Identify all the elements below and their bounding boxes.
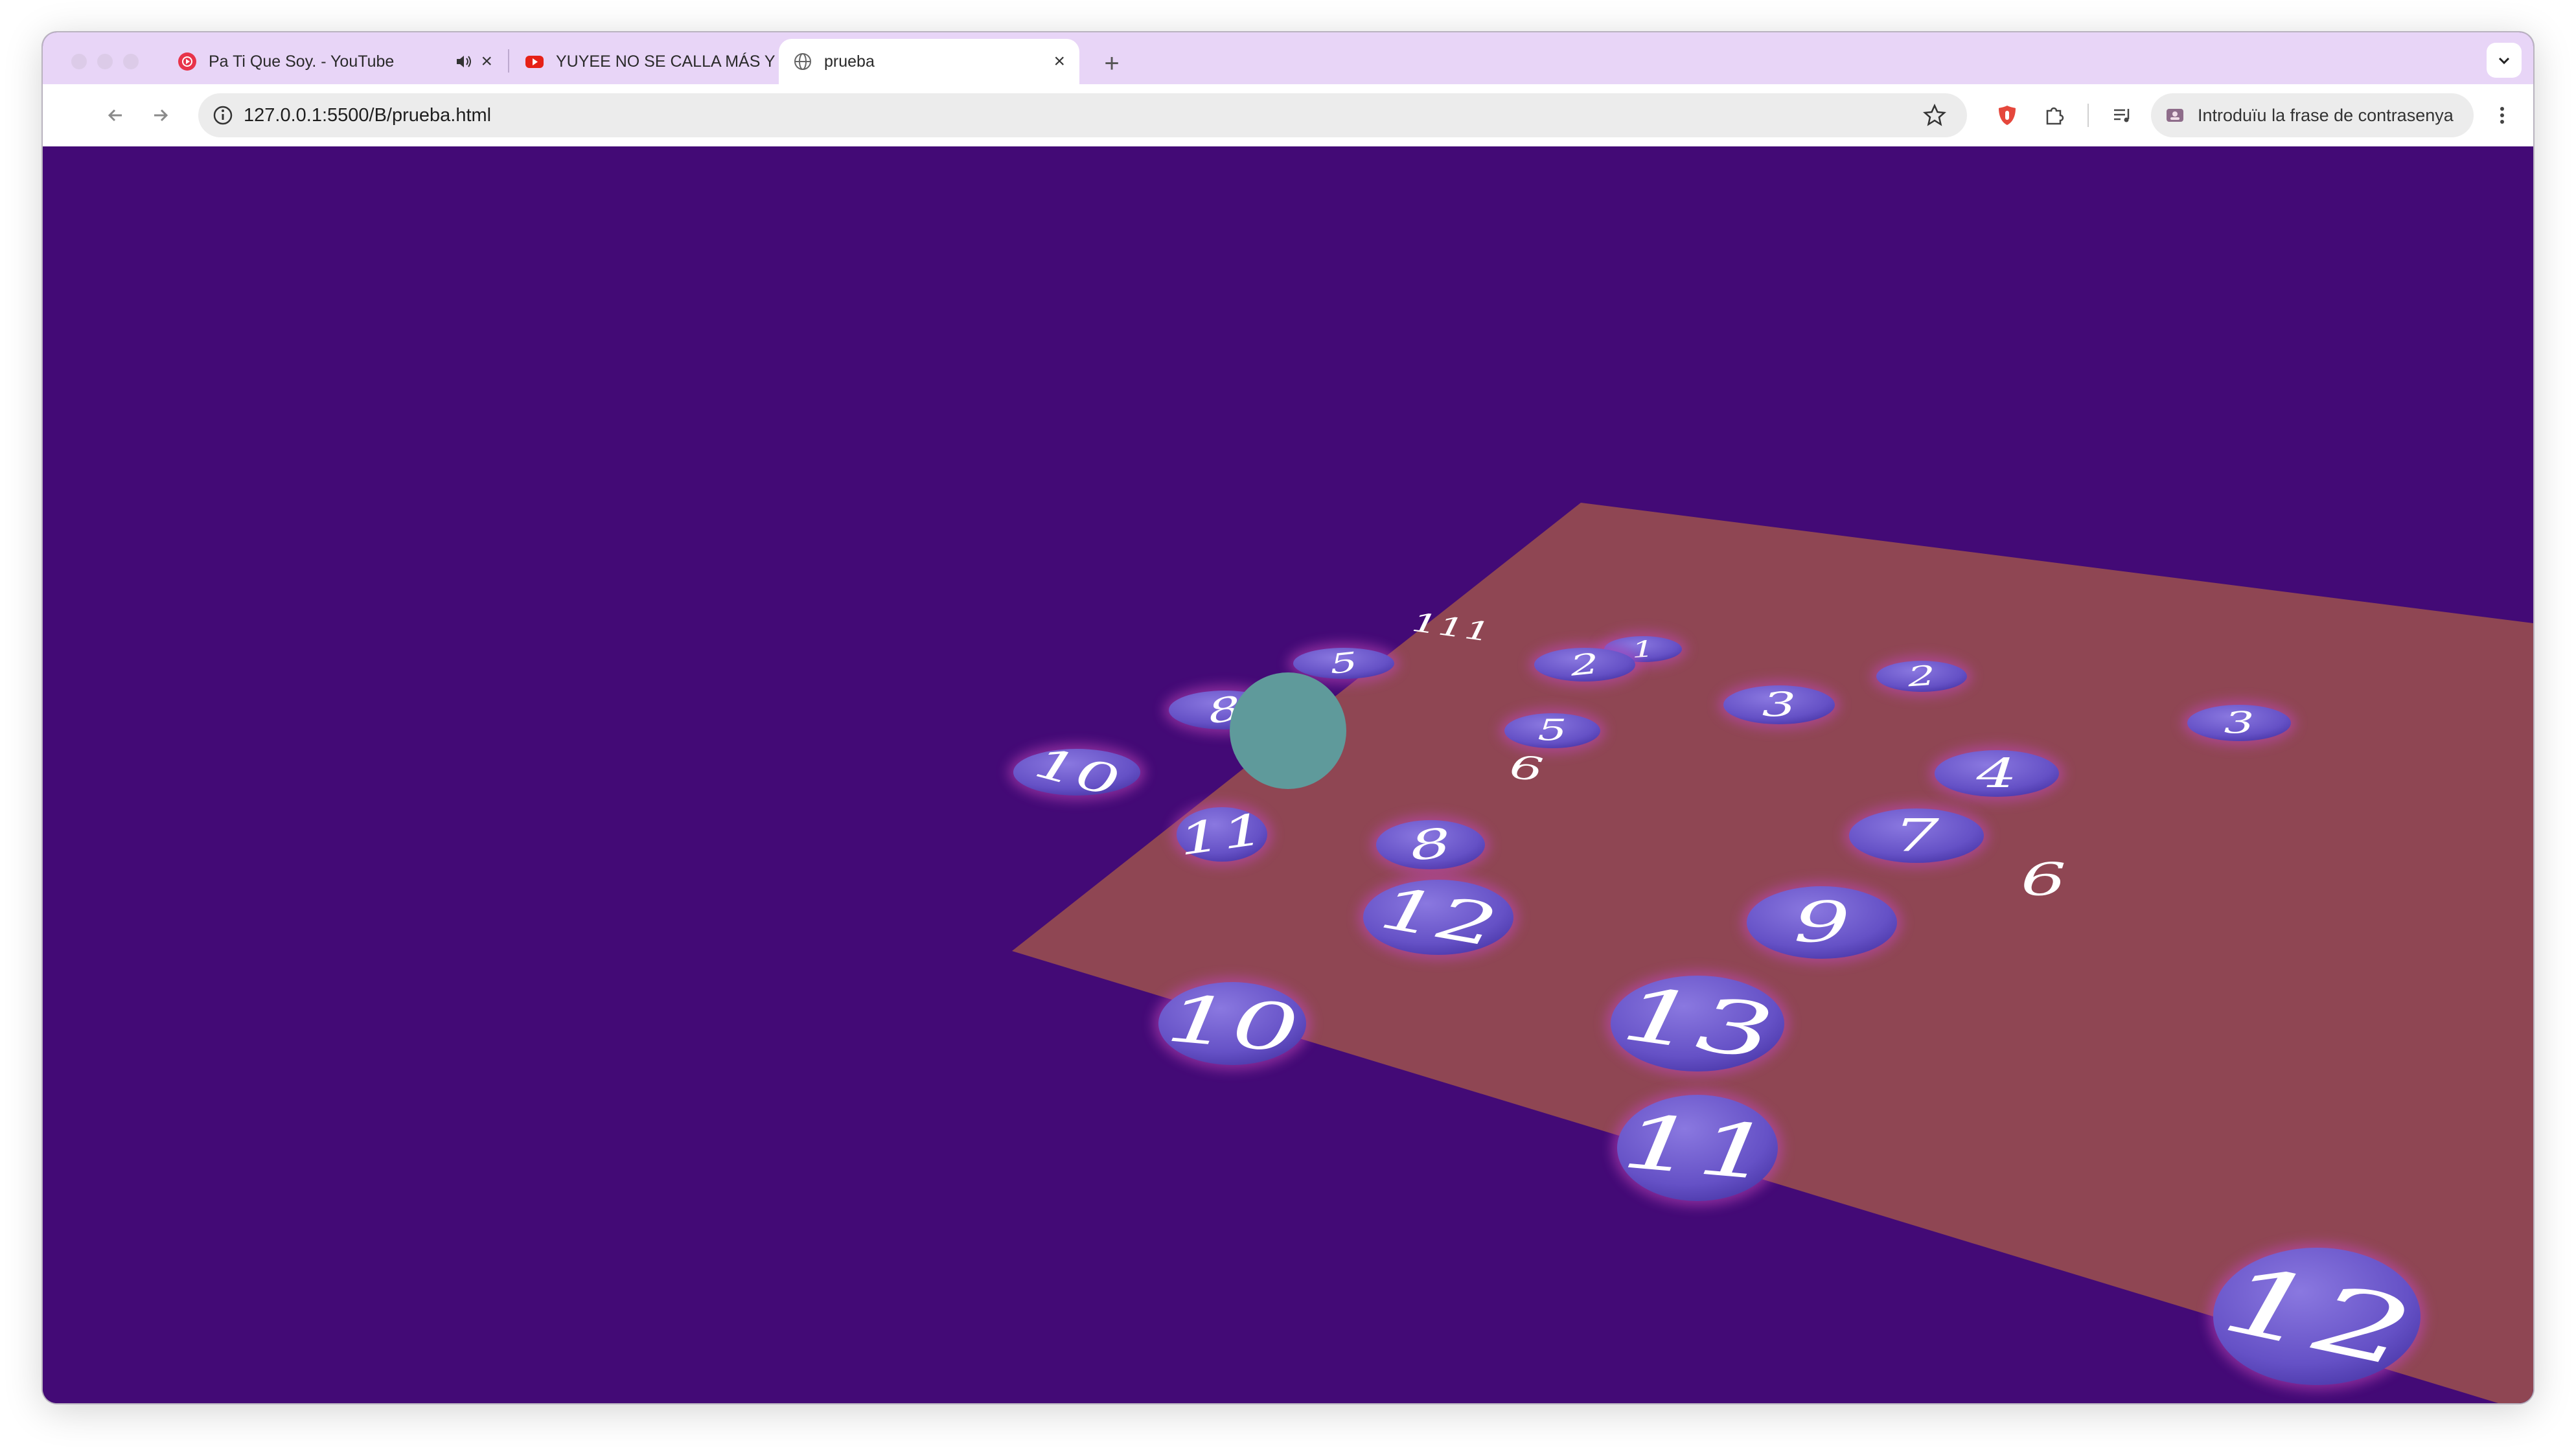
tab-title: YUYEE NO SE CALLA MÁS Y: [556, 52, 776, 71]
url-text[interactable]: 127.0.0.1:5500/B/prueba.html: [244, 93, 491, 137]
arrow-left-icon: [108, 109, 122, 122]
webgl-canvas[interactable]: 111 5 8 10 11 1 2 3 2 3 5 6 4 7 6 8 12 9 10 13 11 12: [43, 146, 2533, 1403]
site-info-icon[interactable]: [210, 102, 236, 128]
token-label: 8: [1408, 819, 1453, 870]
token-label: 6: [2021, 854, 2066, 906]
number-token[interactable]: 10: [1153, 977, 1311, 1070]
number-token[interactable]: 3: [2182, 700, 2296, 746]
adblock-extension-button[interactable]: [1992, 100, 2023, 131]
token-label: 5: [1537, 714, 1567, 748]
token-label: 6: [1508, 747, 1546, 789]
youtube-music-icon: [178, 52, 196, 71]
number-token[interactable]: 3: [1718, 680, 1840, 729]
token-label: 3: [2224, 705, 2255, 740]
number-token[interactable]: 6: [2021, 854, 2066, 906]
tab-prueba[interactable]: prueba ×: [779, 39, 1079, 84]
forward-button[interactable]: [145, 100, 176, 131]
shield-icon: [1999, 106, 2016, 125]
tab-separator: [508, 49, 509, 73]
number-token[interactable]: 4: [1929, 745, 2064, 802]
toolbar-separator: [2087, 104, 2089, 127]
tab-search-button[interactable]: [2487, 43, 2522, 78]
extensions-button[interactable]: [2038, 100, 2069, 131]
number-token[interactable]: 8: [1371, 815, 1490, 875]
number-token[interactable]: 2: [1529, 643, 1640, 687]
media-controls-button[interactable]: [2107, 100, 2138, 131]
number-token[interactable]: 7: [1844, 803, 1989, 868]
number-token[interactable]: 11: [1612, 1090, 1783, 1206]
token-label: 4: [1975, 750, 2017, 797]
scene-svg: 1115810111232356 476812 910 131112: [43, 146, 2533, 1403]
number-token[interactable]: 13: [1605, 970, 1789, 1077]
arrow-right-icon: [154, 109, 168, 122]
globe-icon: [794, 53, 811, 70]
speaker-icon[interactable]: [454, 52, 473, 71]
close-window-button[interactable]: [71, 54, 87, 69]
browser-toolbar: 127.0.0.1:5500/B/prueba.html Introduïu l…: [43, 84, 2533, 148]
profile-icon: [2167, 109, 2183, 122]
password-prompt-chip[interactable]: Introduïu la frase de contrasenya: [2151, 93, 2474, 137]
puzzle-icon: [2046, 107, 2064, 125]
number-token[interactable]: 2: [1871, 656, 1972, 697]
browser-menu-button[interactable]: [2487, 100, 2518, 131]
close-tab-icon[interactable]: ×: [1053, 51, 1065, 73]
number-token[interactable]: 6: [1508, 747, 1546, 789]
tab-title: Pa Ti Que Soy. - YouTube: [209, 52, 395, 71]
minimize-window-button[interactable]: [97, 54, 113, 69]
number-token[interactable]: 11: [1171, 802, 1272, 867]
tab-pa-ti-que-soy[interactable]: Pa Ti Que Soy. - YouTube ×: [163, 39, 507, 84]
player-sphere[interactable]: [1230, 672, 1346, 789]
tab-yuyee[interactable]: YUYEE NO SE CALLA MÁS Y ×: [511, 39, 818, 84]
tab-title: prueba: [824, 52, 875, 71]
token-label: 5: [1328, 647, 1359, 681]
token-label: 7: [1894, 810, 1940, 862]
token-label: 2: [1906, 659, 1937, 693]
chevron-down-icon: [2498, 57, 2510, 65]
tab-strip: Pa Ti Que Soy. - YouTube × YUYEE NO SE C…: [43, 32, 2533, 84]
number-token[interactable]: 5: [1499, 708, 1605, 753]
youtube-icon: [525, 56, 544, 68]
close-tab-icon[interactable]: ×: [481, 51, 492, 73]
new-tab-button[interactable]: +: [1094, 45, 1130, 82]
token-label: 3: [1762, 685, 1797, 724]
back-button[interactable]: [100, 100, 131, 131]
more-vertical-icon: [2500, 107, 2504, 124]
token-label: 2: [1568, 647, 1600, 683]
number-token[interactable]: 12: [1358, 874, 1519, 961]
number-token[interactable]: 12: [2208, 1243, 2426, 1390]
password-prompt-text: Introduïu la frase de contrasenya: [2198, 105, 2454, 125]
maximize-window-button[interactable]: [123, 54, 139, 69]
token-label: 10: [1163, 980, 1302, 1067]
token-label: 9: [1793, 890, 1850, 956]
token-label: 11: [1618, 1098, 1777, 1197]
address-bar[interactable]: 127.0.0.1:5500/B/prueba.html: [198, 93, 1967, 137]
browser-window: Pa Ti Que Soy. - YouTube × YUYEE NO SE C…: [43, 32, 2533, 1403]
playlist-icon: [2114, 109, 2130, 122]
bookmark-star-icon[interactable]: [1922, 102, 1948, 128]
number-token[interactable]: 9: [1742, 881, 1902, 964]
